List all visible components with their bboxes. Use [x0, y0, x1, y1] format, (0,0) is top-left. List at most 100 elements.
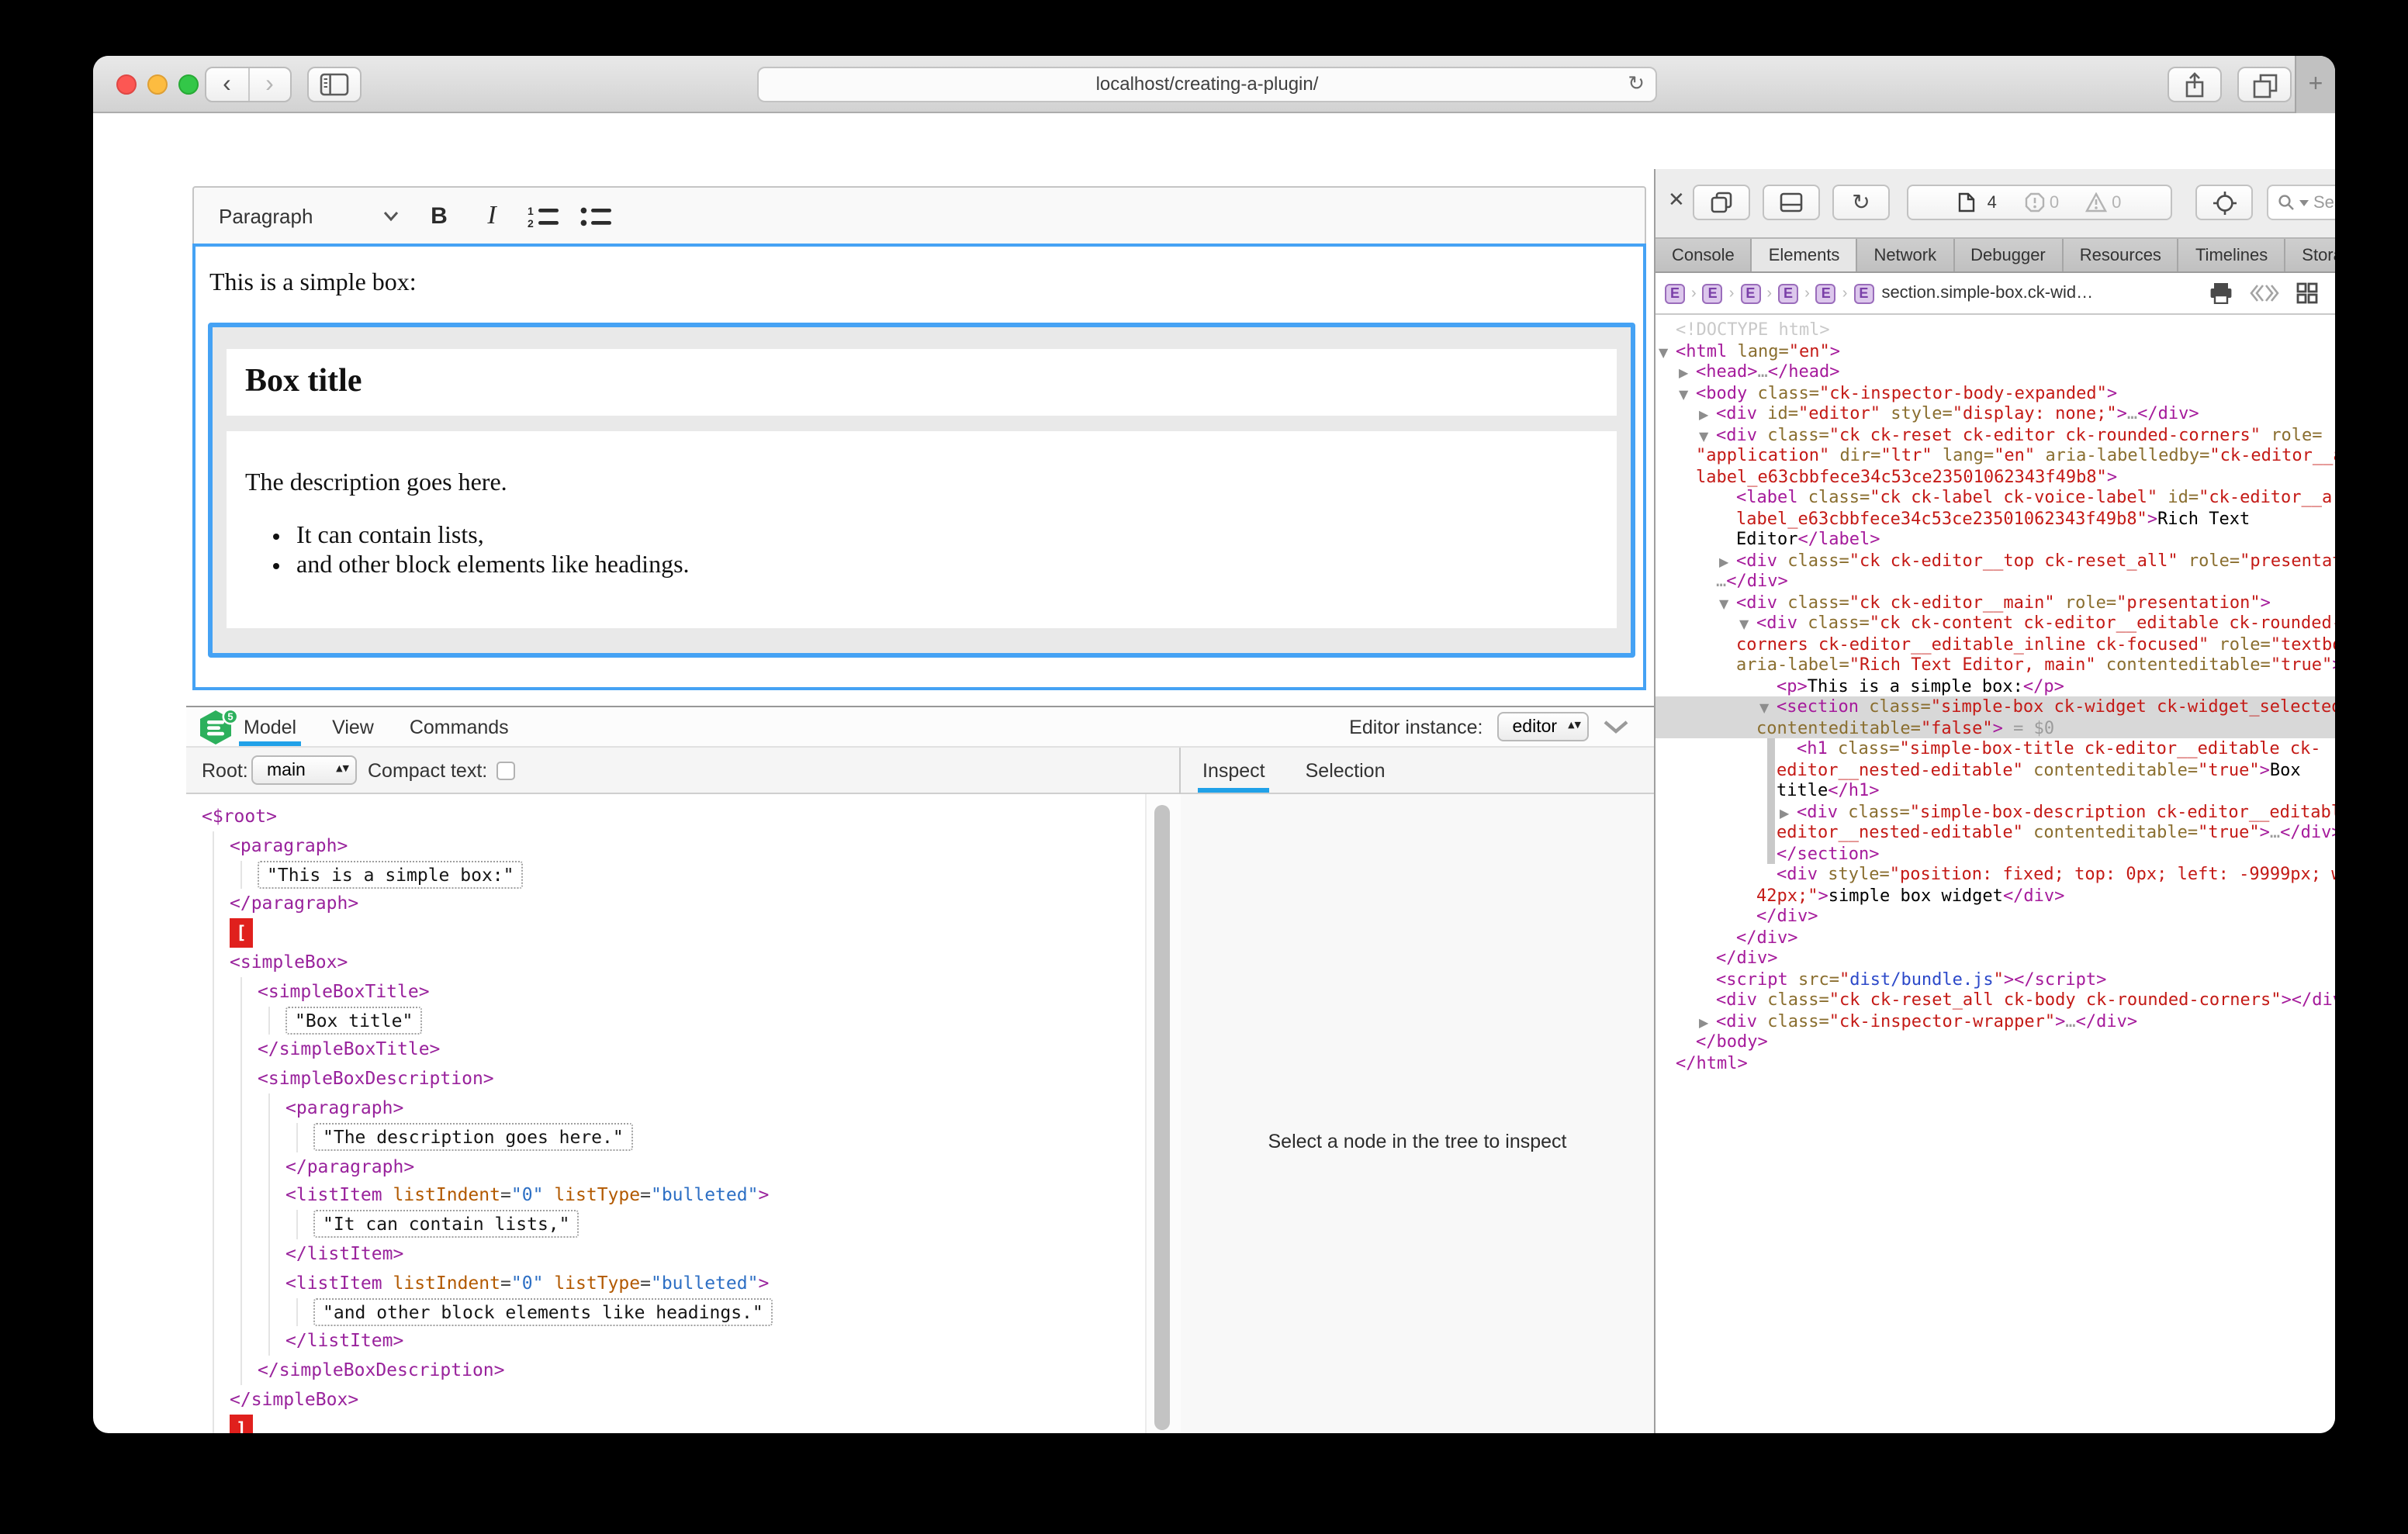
- new-tab-button[interactable]: +: [2295, 56, 2335, 113]
- text-node[interactable]: "and other block elements like headings.…: [313, 1297, 773, 1325]
- dom-tree-line[interactable]: aria-label="Rich Text Editor, main" cont…: [1656, 655, 2335, 675]
- devtools-tab-network[interactable]: Network: [1857, 239, 1954, 271]
- dom-tree-line[interactable]: </body>: [1656, 1031, 2335, 1052]
- breadcrumb-element-badge[interactable]: E: [1853, 283, 1873, 303]
- close-window-button[interactable]: [116, 74, 137, 95]
- dom-tree-line[interactable]: Editor</label>: [1656, 529, 2335, 550]
- devtools-search-field[interactable]: Search: [2267, 185, 2335, 220]
- back-button[interactable]: ‹: [206, 68, 249, 101]
- model-tree-line[interactable]: [: [186, 918, 1145, 948]
- dom-tree-line[interactable]: ▶<div id="editor" style="display: none;"…: [1656, 403, 2335, 424]
- breadcrumb-element-badge[interactable]: E: [1740, 283, 1760, 303]
- collapsed-arrow-icon[interactable]: ▶: [1679, 363, 1688, 384]
- breadcrumb-element-badge[interactable]: E: [1665, 283, 1685, 303]
- detach-devtools-button[interactable]: [1693, 185, 1750, 220]
- dock-bottom-button[interactable]: [1763, 185, 1820, 220]
- devtools-tab-elements[interactable]: Elements: [1752, 239, 1858, 271]
- dom-tree-line[interactable]: </div>: [1656, 927, 2335, 948]
- expanded-arrow-icon[interactable]: ▼: [1699, 426, 1708, 447]
- editable-area[interactable]: This is a simple box: Box title The desc…: [192, 244, 1646, 690]
- zoom-window-button[interactable]: [178, 74, 199, 95]
- editor-instance-select[interactable]: editor ▲▼: [1497, 712, 1590, 741]
- box-title[interactable]: Box title: [227, 349, 1617, 416]
- bulleted-list-button[interactable]: [576, 188, 619, 244]
- expanded-arrow-icon[interactable]: ▼: [1659, 342, 1668, 363]
- text-node[interactable]: "This is a simple box:": [258, 860, 524, 888]
- dom-tree-line[interactable]: ▶<div class="ck ck-editor__top ck-reset_…: [1656, 550, 2335, 571]
- model-tree-line[interactable]: "It can contain lists,": [186, 1210, 1145, 1239]
- dom-tree-line[interactable]: </html>: [1656, 1052, 2335, 1073]
- model-tree-line[interactable]: "Box title": [186, 1006, 1145, 1035]
- expanded-arrow-icon[interactable]: ▼: [1679, 384, 1688, 405]
- model-tree-line[interactable]: </listItem>: [186, 1327, 1145, 1356]
- model-tree-line[interactable]: <$root>: [186, 802, 1145, 831]
- sidebar-button[interactable]: [307, 67, 362, 102]
- devtools-tab-console[interactable]: Console: [1656, 239, 1752, 271]
- dom-tree-line[interactable]: ▼<div class="ck ck-content ck-editor__ed…: [1656, 613, 2335, 634]
- dom-tree-line[interactable]: <h1 class="simple-box-title ck-editor__e…: [1656, 738, 2335, 759]
- tab-selection[interactable]: Selection: [1306, 748, 1386, 793]
- forward-button[interactable]: ›: [249, 68, 290, 101]
- collapsed-arrow-icon[interactable]: ▶: [1780, 803, 1789, 824]
- intro-paragraph[interactable]: This is a simple box:: [209, 270, 1643, 298]
- dom-tree-line[interactable]: ▼<div class="ck ck-editor__main" role="p…: [1656, 592, 2335, 613]
- minimize-window-button[interactable]: [147, 74, 168, 95]
- text-node[interactable]: "It can contain lists,": [313, 1210, 580, 1238]
- dom-tree-line[interactable]: 42px;">simple box widget</div>: [1656, 885, 2335, 906]
- dom-tree-line[interactable]: ▶<div class="simple-box-description ck-e…: [1656, 801, 2335, 822]
- devtools-tab-resources[interactable]: Resources: [2064, 239, 2179, 271]
- dom-tree-line[interactable]: <div class="ck ck-reset_all ck-body ck-r…: [1656, 990, 2335, 1011]
- dom-tree-line[interactable]: "application" dir="ltr" lang="en" aria-l…: [1656, 445, 2335, 466]
- tab-view[interactable]: View: [332, 707, 374, 746]
- show-tabs-button[interactable]: [2237, 67, 2292, 102]
- model-tree-line[interactable]: "and other block elements like headings.…: [186, 1297, 1145, 1327]
- layout-grid-icon[interactable]: [2296, 282, 2318, 304]
- dom-tree-line[interactable]: <!DOCTYPE html>: [1656, 320, 2335, 340]
- model-tree-line[interactable]: <paragraph>: [186, 1093, 1145, 1123]
- bold-button[interactable]: B: [420, 188, 458, 244]
- dom-tree-line[interactable]: ▶<div class="ck-inspector-wrapper">…</di…: [1656, 1011, 2335, 1031]
- root-select[interactable]: main ▲▼: [251, 755, 357, 785]
- model-tree-line[interactable]: </paragraph>: [186, 1152, 1145, 1181]
- close-devtools-button[interactable]: ✕: [1668, 189, 1685, 212]
- dom-tree-line[interactable]: label_e63cbbfece34c53ce23501062343f49b8"…: [1656, 508, 2335, 529]
- dom-tree-line[interactable]: <div style="position: fixed; top: 0px; l…: [1656, 864, 2335, 885]
- model-tree-line[interactable]: <paragraph>: [186, 831, 1145, 861]
- dom-tree-line[interactable]: <p>This is a simple box:</p>: [1656, 675, 2335, 696]
- dom-tree-line[interactable]: ▼<body class="ck-inspector-body-expanded…: [1656, 382, 2335, 403]
- reload-page-button[interactable]: ↻: [1832, 185, 1890, 220]
- dom-tree-line[interactable]: contenteditable="false"> = $0: [1656, 717, 2335, 738]
- dom-tree-line[interactable]: ▼<section class="simple-box ck-widget ck…: [1656, 696, 2335, 717]
- breadcrumb-element-badge[interactable]: E: [1816, 283, 1836, 303]
- text-node[interactable]: "Box title": [285, 1006, 422, 1034]
- model-tree-line[interactable]: "This is a simple box:": [186, 860, 1145, 890]
- share-button[interactable]: [2168, 67, 2222, 102]
- simple-box-widget[interactable]: Box title The description goes here. It …: [208, 323, 1635, 658]
- model-tree-line[interactable]: <simpleBoxTitle>: [186, 977, 1145, 1007]
- tab-model[interactable]: Model: [244, 707, 296, 746]
- breadcrumb-element-badge[interactable]: E: [1703, 283, 1723, 303]
- dom-tree-line[interactable]: ▶<head>…</head>: [1656, 361, 2335, 382]
- dom-tree-line[interactable]: label_e63cbbfece34c53ce23501062343f49b8"…: [1656, 466, 2335, 487]
- chevron-down-icon[interactable]: [383, 211, 399, 222]
- expanded-arrow-icon[interactable]: ▼: [1759, 698, 1769, 719]
- devtools-tab-timelines[interactable]: Timelines: [2179, 239, 2285, 271]
- model-tree-line[interactable]: <listItem listIndent="0" listType="bulle…: [186, 1181, 1145, 1211]
- collapsed-arrow-icon[interactable]: ▶: [1719, 551, 1728, 572]
- dom-tree-line[interactable]: corners ck-editor__editable_inline ck-fo…: [1656, 634, 2335, 655]
- reload-icon[interactable]: ↻: [1628, 68, 1645, 101]
- breadcrumb-element-badge[interactable]: E: [1778, 283, 1798, 303]
- model-tree-line[interactable]: <listItem listIndent="0" listType="bulle…: [186, 1269, 1145, 1298]
- devtools-tab-storage[interactable]: Storage: [2285, 239, 2335, 271]
- collapsed-arrow-icon[interactable]: ▶: [1699, 405, 1708, 426]
- scrollbar-thumb[interactable]: [1154, 805, 1170, 1430]
- text-node[interactable]: "The description goes here.": [313, 1123, 633, 1151]
- model-tree-line[interactable]: </simpleBoxDescription>: [186, 1356, 1145, 1385]
- dom-tree-line[interactable]: editor__nested-editable" contenteditable…: [1656, 822, 2335, 843]
- box-description[interactable]: The description goes here. It can contai…: [227, 431, 1617, 628]
- expanded-arrow-icon[interactable]: ▼: [1719, 593, 1728, 614]
- model-tree-line[interactable]: <simpleBoxDescription>: [186, 1064, 1145, 1093]
- dom-tree-line[interactable]: </div>: [1656, 906, 2335, 927]
- dom-tree-line[interactable]: </div>: [1656, 948, 2335, 969]
- collapsed-arrow-icon[interactable]: ▶: [1699, 1012, 1708, 1033]
